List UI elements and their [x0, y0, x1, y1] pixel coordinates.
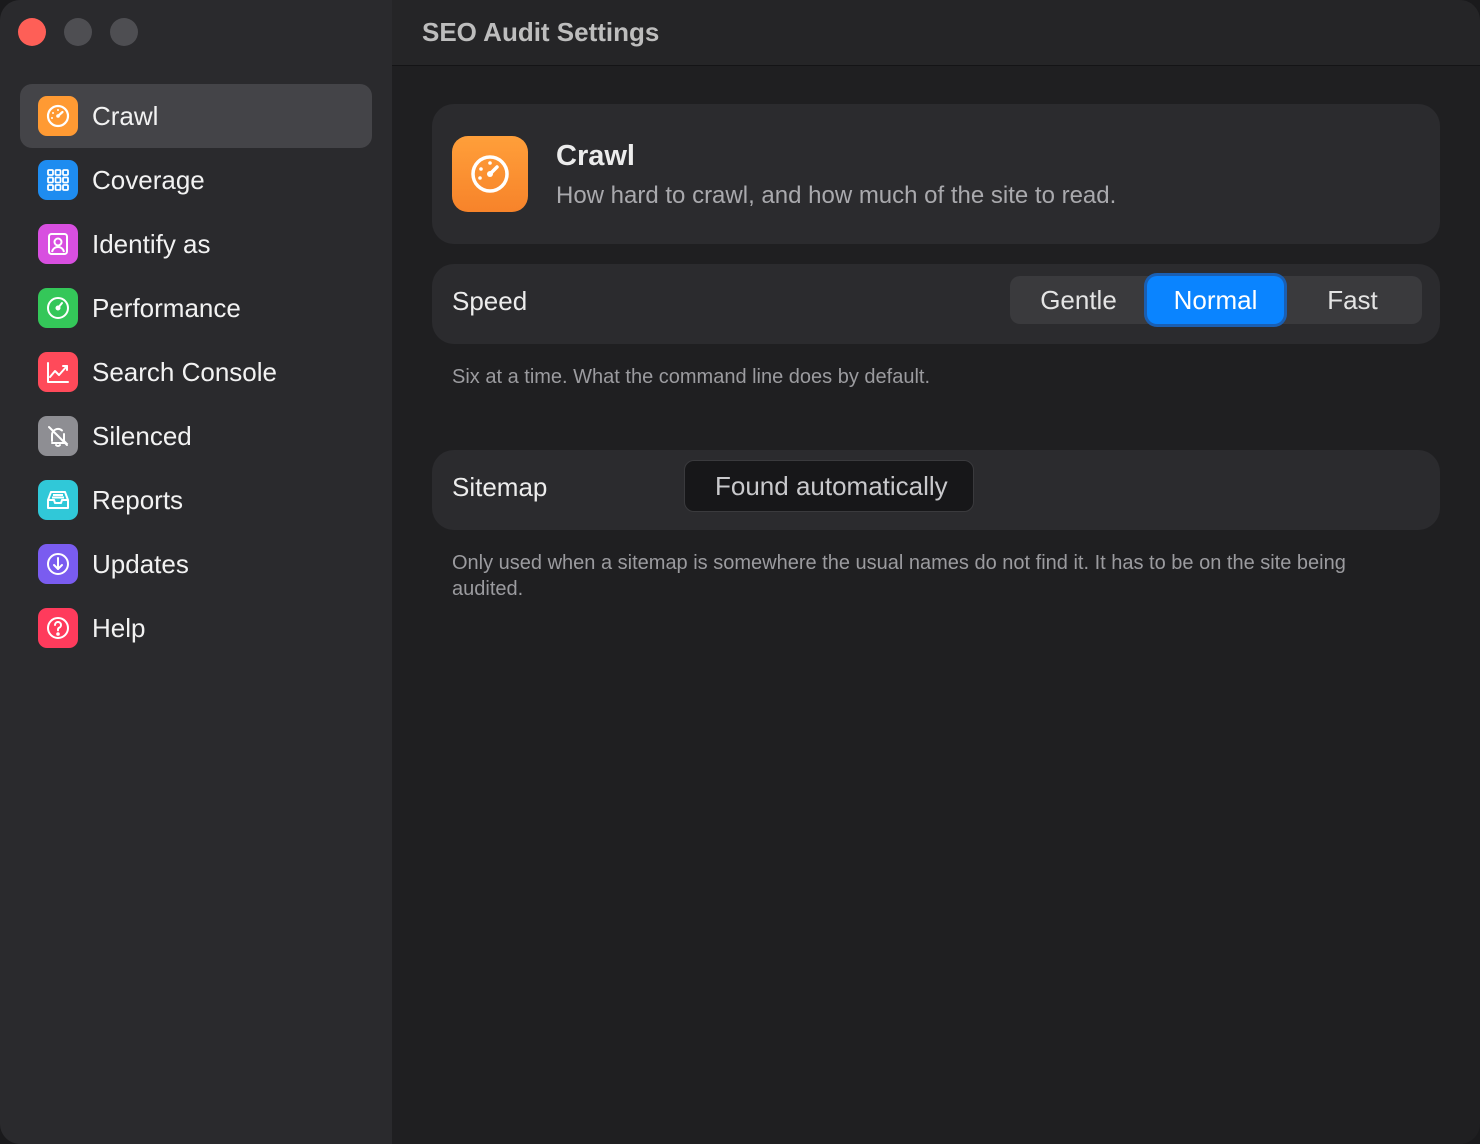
sidebar-item-label: Updates: [92, 548, 189, 579]
sitemap-label: Sitemap: [452, 472, 548, 502]
sitemap-field[interactable]: Found automatically: [684, 460, 974, 512]
section-title: Crawl: [556, 140, 635, 172]
speed-label: Speed: [452, 286, 528, 316]
speed-segmented-control: Gentle Normal Fast: [1010, 276, 1422, 324]
zoom-button[interactable]: [110, 18, 138, 46]
speed-option-fast[interactable]: Fast: [1284, 276, 1421, 324]
section-subtitle: How hard to crawl, and how much of the s…: [556, 182, 1117, 209]
sidebar-item-label: Performance: [92, 292, 241, 323]
sidebar-item-label: Crawl: [92, 100, 159, 131]
speed-row: Speed Gentle Normal Fast: [432, 264, 1440, 344]
sidebar-item-label: Help: [92, 612, 146, 643]
speed-option-gentle[interactable]: Gentle: [1010, 276, 1147, 324]
sidebar-item-help[interactable]: Help: [20, 596, 372, 660]
sidebar-item-identify-as[interactable]: Identify as: [20, 212, 372, 276]
sidebar-item-search-console[interactable]: Search Console: [20, 340, 372, 404]
window-title: SEO Audit Settings: [422, 17, 660, 47]
question-icon: [38, 608, 78, 648]
close-button[interactable]: [18, 18, 46, 46]
gauge-icon: [38, 288, 78, 328]
sidebar-item-coverage[interactable]: Coverage: [20, 148, 372, 212]
sidebar-item-updates[interactable]: Updates: [20, 532, 372, 596]
section-header-card: Crawl How hard to crawl, and how much of…: [432, 104, 1440, 244]
bell-slash-icon: [38, 416, 78, 456]
sidebar-item-label: Coverage: [92, 164, 205, 195]
speedometer-icon: [452, 136, 528, 212]
chart-icon: [38, 352, 78, 392]
sidebar-item-performance[interactable]: Performance: [20, 276, 372, 340]
speed-option-normal[interactable]: Normal: [1147, 276, 1284, 324]
person-icon: [38, 224, 78, 264]
title-bar: SEO Audit Settings: [392, 0, 1480, 66]
sitemap-row: Sitemap Found automatically: [432, 450, 1440, 530]
sidebar-item-label: Reports: [92, 484, 184, 515]
sidebar-nav: Crawl Coverage Identify as Performance S…: [20, 84, 372, 660]
tray-icon: [38, 480, 78, 520]
sidebar-item-label: Silenced: [92, 420, 192, 451]
speedometer-icon: [38, 96, 78, 136]
speed-note: Six at a time. What the command line doe…: [452, 366, 931, 388]
sidebar-item-crawl[interactable]: Crawl: [20, 84, 372, 148]
sidebar-item-label: Identify as: [92, 228, 211, 259]
main-pane: SEO Audit Settings Crawl How hard to cra…: [392, 0, 1480, 1144]
sidebar-item-label: Search Console: [92, 356, 277, 387]
sidebar-item-silenced[interactable]: Silenced: [20, 404, 372, 468]
sidebar-item-reports[interactable]: Reports: [20, 468, 372, 532]
sitemap-note: Only used when a sitemap is somewhere th…: [452, 552, 1346, 600]
minimize-button[interactable]: [64, 18, 92, 46]
sidebar: Crawl Coverage Identify as Performance S…: [0, 0, 392, 1144]
settings-window: Crawl Coverage Identify as Performance S…: [0, 0, 1480, 1144]
grid-icon: [38, 160, 78, 200]
window-controls: [18, 18, 138, 46]
arrow-down-circle-icon: [38, 544, 78, 584]
